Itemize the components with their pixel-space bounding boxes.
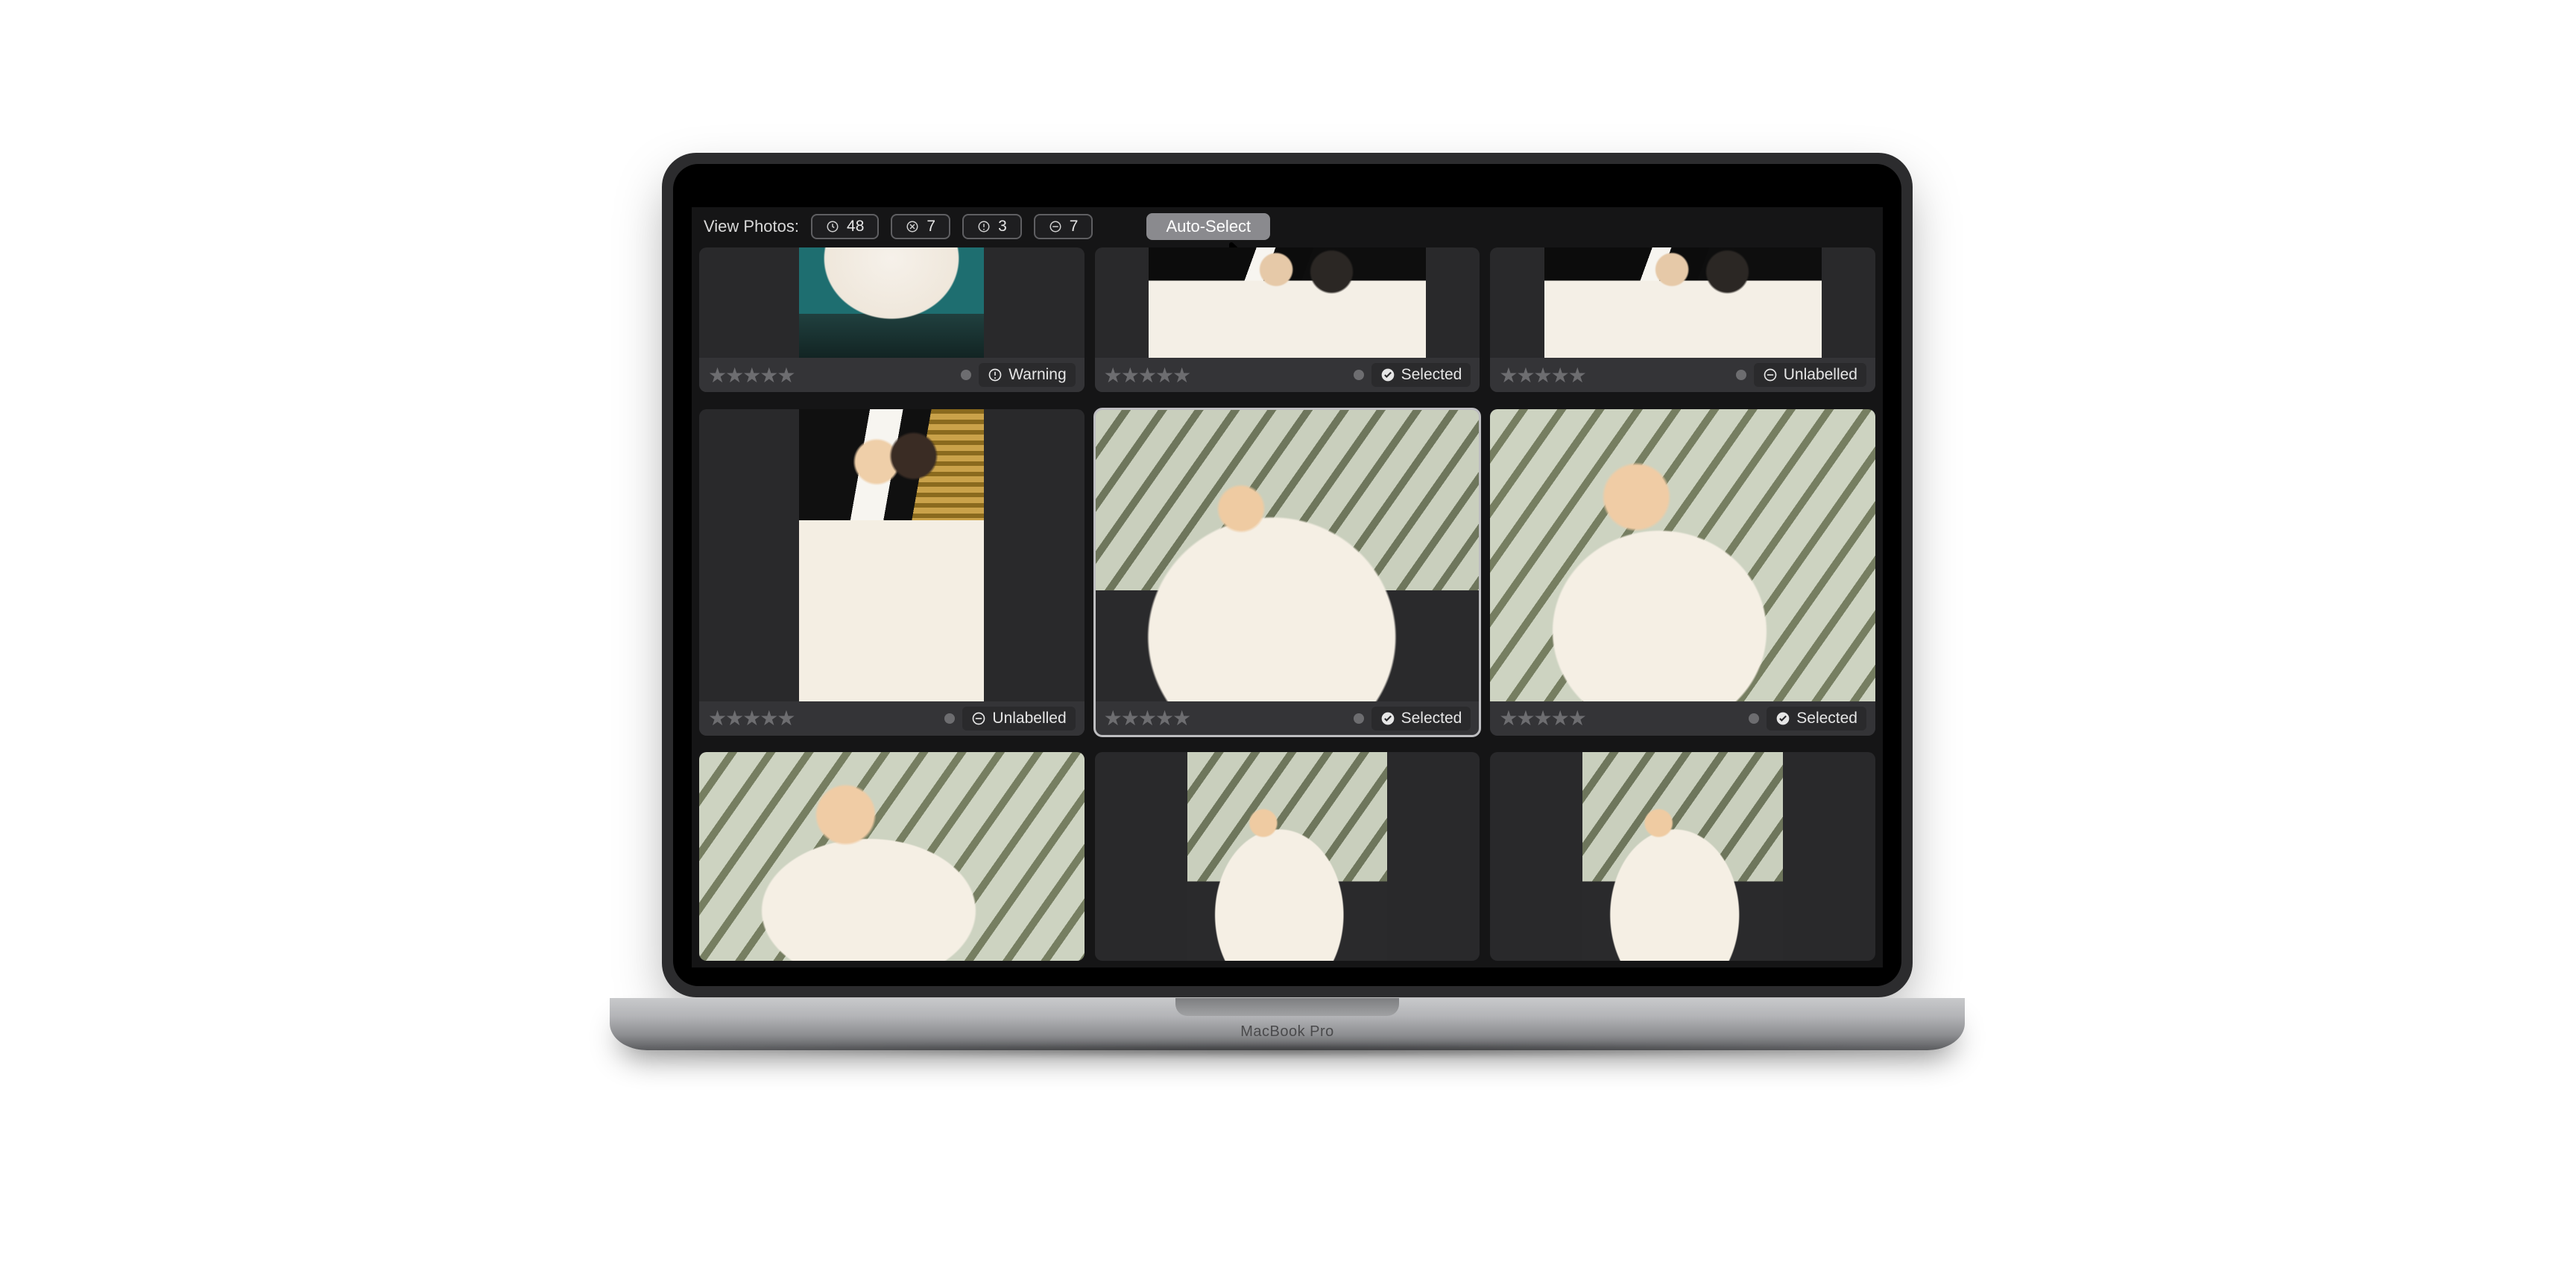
photo-card[interactable]: ★★★★★ Selected [1490, 409, 1875, 736]
check-circle-icon [1380, 711, 1395, 726]
color-label-dot[interactable] [1354, 370, 1364, 380]
status-label: Selected [1401, 710, 1462, 727]
filter-all[interactable]: 48 [811, 214, 879, 239]
color-label-dot[interactable] [1736, 370, 1746, 380]
laptop-brand-label: MacBook Pro [1240, 1023, 1334, 1041]
color-label-dot[interactable] [944, 713, 955, 724]
clock-icon [826, 220, 839, 233]
laptop-lid: View Photos: 48 7 3 7 [662, 153, 1913, 997]
laptop-mockup: View Photos: 48 7 3 7 [610, 153, 1965, 1062]
photo-card[interactable]: ★★★★★ Selected [1095, 409, 1480, 736]
photo-thumbnail [699, 409, 1085, 701]
photo-footer: ★★★★★ Selected [1095, 358, 1480, 392]
status-label: Warning [1008, 366, 1066, 384]
filter-unlabelled[interactable]: 7 [1034, 214, 1093, 239]
star-rating[interactable]: ★★★★★ [1499, 363, 1585, 388]
photo-thumbnail [1490, 409, 1875, 701]
filter-unlabelled-count: 7 [1070, 218, 1079, 236]
photo-footer: ★★★★★ Unlabelled [1490, 358, 1875, 392]
photo-footer: ★★★★★ Warning [699, 358, 1085, 392]
color-label-dot[interactable] [1749, 713, 1759, 724]
check-circle-icon [1380, 367, 1395, 382]
check-circle-icon [1775, 711, 1790, 726]
color-label-dot[interactable] [961, 370, 971, 380]
star-rating[interactable]: ★★★★★ [708, 363, 795, 388]
photo-grid: ★★★★★ Warning ★★★★★ [692, 247, 1883, 967]
color-label-dot[interactable] [1354, 713, 1364, 724]
status-label: Selected [1401, 366, 1462, 384]
photo-footer: ★★★★★ Selected [1095, 701, 1480, 736]
photo-card[interactable] [699, 752, 1085, 961]
view-photos-label: View Photos: [704, 217, 799, 236]
filter-rejected[interactable]: 7 [891, 214, 950, 239]
status-chip-selected[interactable]: Selected [1767, 707, 1866, 730]
status-chip-unlabelled[interactable]: Unlabelled [1754, 363, 1866, 387]
photo-thumbnail [699, 247, 1085, 358]
star-rating[interactable]: ★★★★★ [1104, 363, 1190, 388]
app-screen: View Photos: 48 7 3 7 [692, 207, 1883, 967]
photo-card[interactable]: ★★★★★ Unlabelled [699, 409, 1085, 736]
photo-thumbnail [1095, 247, 1480, 358]
photo-card[interactable] [1490, 752, 1875, 961]
screen-bezel: View Photos: 48 7 3 7 [673, 164, 1901, 986]
reject-icon [906, 220, 919, 233]
photo-thumbnail [699, 752, 1085, 961]
star-rating[interactable]: ★★★★★ [1104, 706, 1190, 730]
status-label: Selected [1796, 710, 1857, 727]
status-chip-warning[interactable]: Warning [979, 363, 1075, 387]
laptop-base: MacBook Pro [610, 998, 1965, 1050]
alert-icon [977, 220, 991, 233]
photo-card[interactable]: ★★★★★ Selected [1095, 247, 1480, 392]
photo-footer: ★★★★★ Selected [1490, 701, 1875, 736]
star-rating[interactable]: ★★★★★ [708, 706, 795, 730]
minus-circle-icon [1763, 367, 1778, 382]
photo-thumbnail [1095, 752, 1480, 961]
status-chip-selected[interactable]: Selected [1371, 707, 1471, 730]
photo-card[interactable]: ★★★★★ Unlabelled [1490, 247, 1875, 392]
filter-all-count: 48 [847, 218, 864, 236]
status-chip-selected[interactable]: Selected [1371, 363, 1471, 387]
status-label: Unlabelled [1784, 366, 1857, 384]
minus-circle-icon [971, 711, 986, 726]
photo-card[interactable] [1095, 752, 1480, 961]
star-rating[interactable]: ★★★★★ [1499, 706, 1585, 730]
laptop-notch [1175, 998, 1399, 1016]
photo-thumbnail [1095, 409, 1480, 701]
photo-card[interactable]: ★★★★★ Warning [699, 247, 1085, 392]
status-label: Unlabelled [992, 710, 1066, 727]
auto-select-button[interactable]: Auto-Select [1146, 213, 1270, 240]
photo-footer: ★★★★★ Unlabelled [699, 701, 1085, 736]
filter-warning[interactable]: 3 [962, 214, 1022, 239]
filter-warning-count: 3 [998, 218, 1007, 236]
toolbar: View Photos: 48 7 3 7 [692, 207, 1883, 247]
photo-thumbnail [1490, 247, 1875, 358]
alert-icon [988, 367, 1003, 382]
photo-thumbnail [1490, 752, 1875, 961]
minus-circle-icon [1049, 220, 1062, 233]
filter-rejected-count: 7 [926, 218, 935, 236]
status-chip-unlabelled[interactable]: Unlabelled [962, 707, 1075, 730]
